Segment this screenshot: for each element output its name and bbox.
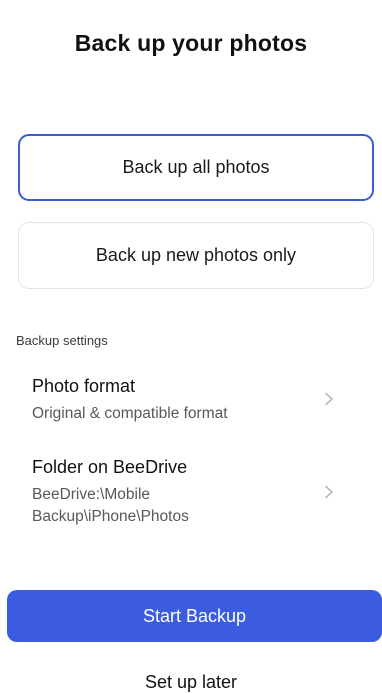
photo-format-title: Photo format bbox=[32, 376, 136, 396]
backup-all-photos-option[interactable]: Back up all photos bbox=[18, 134, 374, 201]
start-backup-label: Start Backup bbox=[142, 605, 247, 626]
folder-title: Folder on BeeDrive bbox=[32, 457, 188, 477]
folder-setting-row[interactable]: Folder on BeeDrive BeeDrive:\Mobile Back… bbox=[0, 455, 382, 535]
backup-settings-section-label: Backup settings bbox=[16, 333, 108, 348]
backup-new-photos-only-option[interactable]: Back up new photos only bbox=[18, 222, 374, 289]
set-up-later-link[interactable]: Set up later bbox=[0, 672, 382, 693]
backup-new-photos-only-label: Back up new photos only bbox=[95, 245, 297, 265]
photo-format-setting-row[interactable]: Photo format Original & compatible forma… bbox=[0, 374, 382, 434]
page-title: Back up your photos bbox=[74, 30, 308, 56]
photo-format-value: Original & compatible format bbox=[32, 405, 228, 422]
chevron-right-icon bbox=[325, 392, 333, 406]
folder-path-value: BeeDrive:\Mobile Backup\iPhone\Photos bbox=[32, 486, 189, 525]
start-backup-button[interactable]: Start Backup bbox=[7, 590, 382, 642]
chevron-right-icon bbox=[325, 485, 333, 499]
backup-all-photos-label: Back up all photos bbox=[122, 157, 270, 177]
